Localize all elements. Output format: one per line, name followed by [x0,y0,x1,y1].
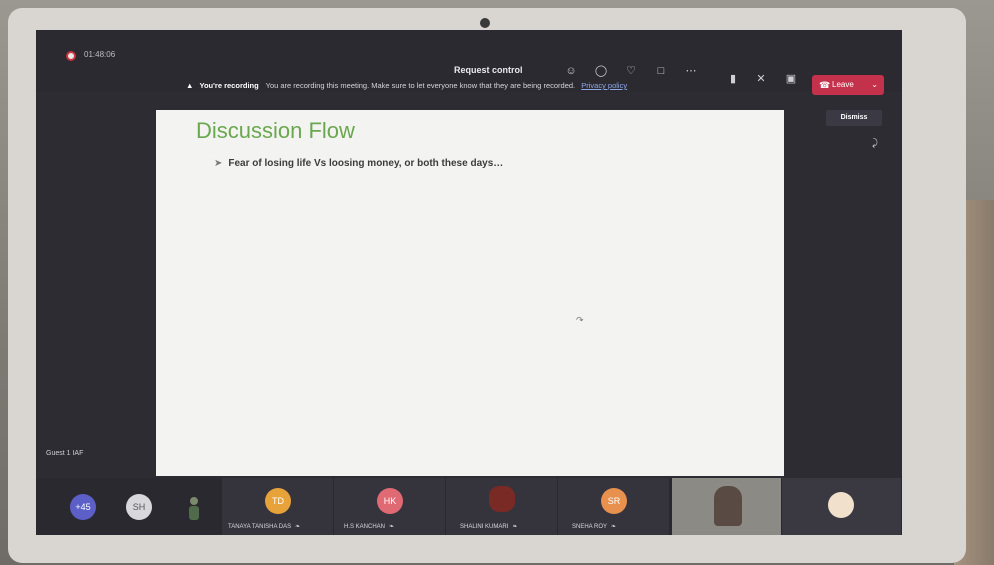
participant-name: SNEHA ROY ❧ [572,524,617,530]
chevron-down-icon[interactable]: ⌄ [871,75,878,95]
recording-banner: ▲ You're recording You are recording thi… [186,78,746,94]
recording-banner-title: You're recording [199,81,259,90]
avatar [828,492,854,518]
participant-name: SHALINI KUMARI ❧ [460,524,518,530]
mic-muted-icon[interactable]: ✕ [754,72,768,86]
people-icon[interactable]: ☺ [564,64,578,78]
leave-label: Leave [832,80,854,89]
participant-tile[interactable]: SR SNEHA ROY ❧ [558,478,670,535]
avatar: HK [377,488,403,514]
recording-banner-message: You are recording this meeting. Make sur… [265,81,576,90]
reactions-icon[interactable]: ♡ [624,64,638,78]
participant-tile[interactable]: HK H.S KANCHAN ❧ [334,478,446,535]
avatar[interactable]: SH [126,494,152,520]
meeting-timer: 01:48:06 [84,50,116,59]
leave-button[interactable]: ☎ Leave ⌄ [812,75,884,95]
slide-bullet: ➤ Fear of losing life Vs loosing money, o… [214,158,503,169]
participant-figure-icon [189,497,199,520]
recording-indicator-icon [66,51,76,61]
more-participants-badge[interactable]: +45 [70,494,96,520]
shared-slide: Discussion Flow ➤ Fear of losing life Vs … [156,110,784,476]
avatar: TD [265,488,291,514]
mouse-cursor-icon: ↷ [576,315,584,325]
self-tile[interactable] [782,478,902,535]
participant-strip: +45 SH TD TANAYA TANISHA DAS ❧ HK H.S KAN… [36,478,902,535]
mic-off-icon: ❧ [611,524,617,530]
request-control-button[interactable]: Request control [454,65,523,75]
warning-icon: ▲ [186,81,194,90]
video-tile[interactable] [672,478,782,535]
share-tray-icon[interactable]: ▣ [784,72,798,86]
share-icon[interactable]: □ [654,64,668,78]
more-icon[interactable]: ⋯ [684,64,698,78]
mic-off-icon: ❧ [389,524,395,530]
mic-off-icon: ❧ [295,524,301,530]
participant-tile[interactable]: SHALINI KUMARI ❧ [446,478,558,535]
bullet-arrow-icon: ➤ [214,158,223,169]
webcam-icon [480,18,490,28]
privacy-policy-link[interactable]: Privacy policy [581,81,627,90]
phone-icon: ☎ [819,80,831,90]
mic-off-icon: ❧ [512,524,518,530]
participant-name: H.S KANCHAN ❧ [344,524,395,530]
slide-title: Discussion Flow [196,118,355,143]
pointer-icon: ⤸ [872,138,878,149]
participant-name: TANAYA TANISHA DAS ❧ [228,524,301,530]
dismiss-button[interactable]: Dismiss [826,110,882,126]
avatar: SR [601,488,627,514]
teams-meeting-window: 01:48:06 Request control ☺ ◯ ♡ □ ⋯ ▮ ✕ ▣… [36,30,902,535]
participant-tile[interactable]: TD TANAYA TANISHA DAS ❧ [222,478,334,535]
chat-icon[interactable]: ◯ [594,64,608,78]
participant-video-figure [714,486,742,526]
avatar [489,486,515,512]
slide-bullet-text: Fear of losing life Vs loosing money, or… [228,158,504,169]
guest-label: Guest 1 IAF [46,450,84,457]
